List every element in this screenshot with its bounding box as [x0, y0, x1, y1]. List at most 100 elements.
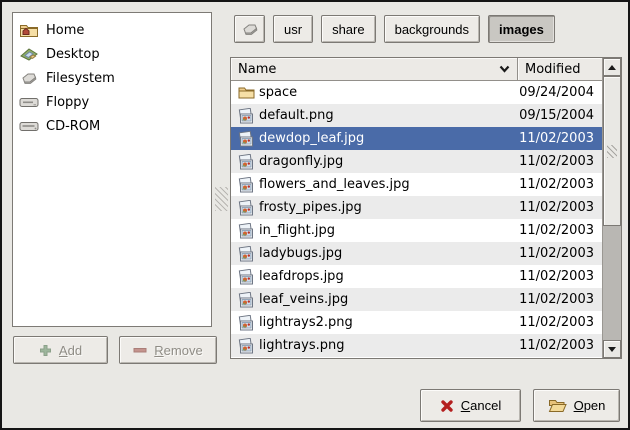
- remove-minus-icon: [133, 346, 147, 354]
- sidebar-item-label: CD-ROM: [46, 119, 100, 134]
- table-row-partial[interactable]: [231, 357, 602, 358]
- open-folder-icon: [548, 398, 567, 413]
- remove-button[interactable]: Remove: [119, 336, 217, 364]
- path-button-label: usr: [284, 22, 302, 37]
- open-button[interactable]: Open: [533, 389, 620, 422]
- cancel-button[interactable]: Cancel: [420, 389, 521, 422]
- sidebar-item-label: Desktop: [46, 47, 100, 62]
- file-name: frosty_pipes.jpg: [259, 200, 518, 215]
- table-row[interactable]: lightrays2.png11/02/2003: [231, 311, 602, 334]
- sidebar-item-label: Floppy: [46, 95, 89, 110]
- table-row[interactable]: leaf_veins.jpg11/02/2003: [231, 288, 602, 311]
- image-file-icon: [237, 223, 255, 239]
- file-chooser-dialog: Home Desktop Filesystem Floppy CD-ROM Add Re…: [0, 0, 630, 430]
- cancel-x-icon: [440, 399, 454, 413]
- file-name: lightrays.png: [259, 338, 518, 353]
- image-file-icon: [237, 315, 255, 331]
- image-file-icon: [237, 246, 255, 262]
- sidebar-item-cd-rom[interactable]: CD-ROM: [13, 114, 211, 138]
- image-file-icon: [237, 154, 255, 170]
- arrow-down-icon: [608, 347, 616, 352]
- sort-indicator-icon: [499, 65, 510, 73]
- file-list-panel: Name Modified space09/24/2004default.png…: [230, 57, 622, 359]
- file-modified-date: 11/02/2003: [518, 338, 602, 353]
- file-name: ladybugs.jpg: [259, 246, 518, 261]
- file-modified-date: 11/02/2003: [518, 292, 602, 307]
- path-button-share[interactable]: share: [321, 15, 376, 43]
- pane-resize-handle[interactable]: [215, 187, 228, 211]
- scroll-down-button[interactable]: [603, 340, 621, 358]
- file-name: dewdop_leaf.jpg: [259, 131, 518, 146]
- column-header-modified[interactable]: Modified: [518, 58, 602, 81]
- file-modified-date: 11/02/2003: [518, 269, 602, 284]
- add-plus-icon: [39, 344, 52, 357]
- image-file-icon: [237, 131, 255, 147]
- scroll-up-button[interactable]: [603, 58, 621, 76]
- sidebar-item-label: Filesystem: [46, 71, 115, 86]
- table-row[interactable]: default.png09/15/2004: [231, 104, 602, 127]
- image-file-icon: [237, 177, 255, 193]
- home-folder-icon: [19, 22, 39, 38]
- table-row[interactable]: leafdrops.jpg11/02/2003: [231, 265, 602, 288]
- add-button[interactable]: Add: [13, 336, 108, 364]
- path-button-label: images: [499, 22, 544, 37]
- file-name: leafdrops.jpg: [259, 269, 518, 284]
- table-row[interactable]: dragonfly.jpg11/02/2003: [231, 150, 602, 173]
- file-modified-date: 11/02/2003: [518, 177, 602, 192]
- path-button-root[interactable]: [234, 15, 265, 43]
- table-row[interactable]: space09/24/2004: [231, 81, 602, 104]
- sidebar-item-label: Home: [46, 23, 84, 38]
- path-bar: usr share backgrounds images: [234, 15, 555, 43]
- sidebar-item-desktop[interactable]: Desktop: [13, 42, 211, 66]
- path-button-backgrounds[interactable]: backgrounds: [384, 15, 480, 43]
- file-modified-date: 11/02/2003: [518, 315, 602, 330]
- sidebar-item-filesystem[interactable]: Filesystem: [13, 66, 211, 90]
- path-button-images[interactable]: images: [488, 15, 555, 43]
- table-row[interactable]: dewdop_leaf.jpg11/02/2003: [231, 127, 602, 150]
- disk-icon: [19, 71, 39, 85]
- file-name: flowers_and_leaves.jpg: [259, 177, 518, 192]
- scrollbar-track[interactable]: [603, 76, 621, 340]
- file-modified-date: 11/02/2003: [518, 200, 602, 215]
- remove-button-label: Remove: [154, 343, 202, 358]
- thumb-grip-icon: [607, 145, 617, 158]
- path-button-label: backgrounds: [395, 22, 469, 37]
- file-list-rows: space09/24/2004default.png09/15/2004dewd…: [231, 81, 602, 358]
- shortcuts-list[interactable]: Home Desktop Filesystem Floppy CD-ROM: [12, 12, 212, 327]
- image-file-icon: [237, 269, 255, 285]
- file-modified-date: 09/15/2004: [518, 108, 602, 123]
- file-name: lightrays2.png: [259, 315, 518, 330]
- file-name: leaf_veins.jpg: [259, 292, 518, 307]
- table-row[interactable]: frosty_pipes.jpg11/02/2003: [231, 196, 602, 219]
- image-file-icon: [237, 338, 255, 354]
- table-row[interactable]: ladybugs.jpg11/02/2003: [231, 242, 602, 265]
- file-name: space: [259, 85, 518, 100]
- file-modified-date: 09/24/2004: [518, 85, 602, 100]
- table-row[interactable]: in_flight.jpg11/02/2003: [231, 219, 602, 242]
- file-modified-date: 11/02/2003: [518, 223, 602, 238]
- sidebar-item-floppy[interactable]: Floppy: [13, 90, 211, 114]
- image-file-icon: [237, 292, 255, 308]
- path-button-label: share: [332, 22, 365, 37]
- floppy-drive-icon: [19, 95, 39, 109]
- column-headers: Name Modified: [231, 58, 602, 81]
- file-name: in_flight.jpg: [259, 223, 518, 238]
- table-row[interactable]: lightrays.png11/02/2003: [231, 334, 602, 357]
- vertical-scrollbar[interactable]: [603, 58, 621, 358]
- scrollbar-thumb[interactable]: [603, 76, 621, 226]
- image-file-icon: [237, 108, 255, 124]
- column-header-name[interactable]: Name: [231, 58, 518, 81]
- file-name: dragonfly.jpg: [259, 154, 518, 169]
- sidebar-item-home[interactable]: Home: [13, 18, 211, 42]
- disk-icon: [240, 22, 260, 36]
- open-button-label: Open: [574, 398, 606, 413]
- cancel-button-label: Cancel: [461, 398, 501, 413]
- file-list: Name Modified space09/24/2004default.png…: [231, 58, 603, 358]
- path-button-usr[interactable]: usr: [273, 15, 313, 43]
- file-modified-date: 11/02/2003: [518, 131, 602, 146]
- file-name: default.png: [259, 108, 518, 123]
- file-modified-date: 11/02/2003: [518, 246, 602, 261]
- table-row[interactable]: flowers_and_leaves.jpg11/02/2003: [231, 173, 602, 196]
- folder-icon: [237, 85, 255, 100]
- desktop-icon: [19, 46, 39, 62]
